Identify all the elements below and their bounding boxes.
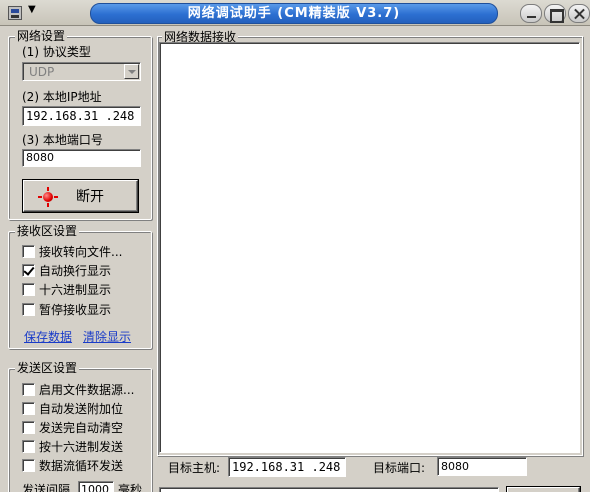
local-port-label: (3) 本地端口号	[22, 133, 103, 147]
receive-to-file-checkbox[interactable]	[22, 245, 35, 258]
system-menu-button[interactable]: ▼	[6, 4, 42, 22]
pause-receive-checkbox[interactable]	[22, 303, 35, 316]
auto-wrap-label: 自动换行显示	[39, 264, 112, 278]
red-status-led-icon	[38, 187, 58, 207]
hex-display-label: 十六进制显示	[39, 283, 112, 297]
hex-send-checkbox[interactable]	[22, 440, 35, 453]
auto-wrap-checkbox[interactable]	[22, 264, 35, 277]
local-ip-value: 192.168.31 .248	[26, 109, 135, 123]
target-port-label: 目标端口:	[373, 461, 426, 475]
clear-display-link[interactable]: 清除显示	[83, 328, 131, 345]
auto-clear-checkbox[interactable]	[22, 421, 35, 434]
close-button[interactable]	[568, 4, 590, 23]
protocol-select[interactable]: UDP	[22, 62, 141, 81]
network-computer-icon	[8, 6, 22, 20]
file-source-checkbox[interactable]	[22, 383, 35, 396]
loop-send-checkbox[interactable]	[22, 459, 35, 472]
send-interval-field[interactable]: 1000	[78, 481, 114, 492]
network-settings-legend: 网络设置	[15, 28, 68, 44]
target-host-label: 目标主机:	[168, 461, 221, 475]
send-settings-legend: 发送区设置	[15, 360, 80, 376]
protocol-select-value: UDP	[29, 65, 55, 79]
loop-send-label: 数据流循环发送	[39, 459, 124, 473]
target-port-field[interactable]: 8080	[437, 457, 527, 476]
target-host-value: 192.168.31 .248	[232, 460, 341, 474]
local-port-value: 8080	[26, 151, 54, 164]
send-input-area[interactable]	[159, 487, 499, 492]
dropdown-arrow-icon[interactable]	[124, 64, 139, 79]
receive-to-file-label: 接收转向文件...	[39, 245, 123, 259]
title-bar: ▼ 网络调试助手 (CM精装版 V3.7)	[0, 0, 590, 26]
window-title: 网络调试助手 (CM精装版 V3.7)	[90, 3, 498, 24]
save-data-link[interactable]: 保存数据	[24, 328, 72, 345]
disconnect-button[interactable]: 断开	[23, 180, 138, 212]
send-interval-label: 发送间隔	[22, 483, 71, 492]
chevron-down-icon: ▼	[28, 4, 36, 15]
receive-settings-legend: 接收区设置	[15, 223, 80, 239]
local-ip-field[interactable]: 192.168.31 .248	[22, 106, 141, 126]
data-receive-area[interactable]	[159, 42, 580, 453]
target-host-field[interactable]: 192.168.31 .248	[228, 457, 346, 477]
auto-append-checkbox[interactable]	[22, 402, 35, 415]
minimize-button[interactable]	[520, 4, 542, 23]
auto-append-label: 自动发送附加位	[39, 402, 124, 416]
hex-send-label: 按十六进制发送	[39, 440, 124, 454]
pause-receive-label: 暂停接收显示	[39, 303, 112, 317]
local-ip-label: (2) 本地IP地址	[22, 90, 102, 104]
auto-clear-label: 发送完自动清空	[39, 421, 124, 435]
maximize-button[interactable]	[544, 4, 566, 23]
disconnect-button-label: 断开	[76, 189, 104, 205]
send-interval-value: 1000	[81, 483, 109, 492]
hex-display-checkbox[interactable]	[22, 283, 35, 296]
local-port-field[interactable]: 8080	[22, 149, 141, 167]
protocol-type-label: (1) 协议类型	[22, 45, 91, 59]
send-interval-unit: 毫秒	[118, 483, 143, 492]
file-source-label: 启用文件数据源...	[39, 383, 135, 397]
send-button[interactable]	[507, 487, 580, 492]
target-port-value: 8080	[441, 460, 469, 473]
